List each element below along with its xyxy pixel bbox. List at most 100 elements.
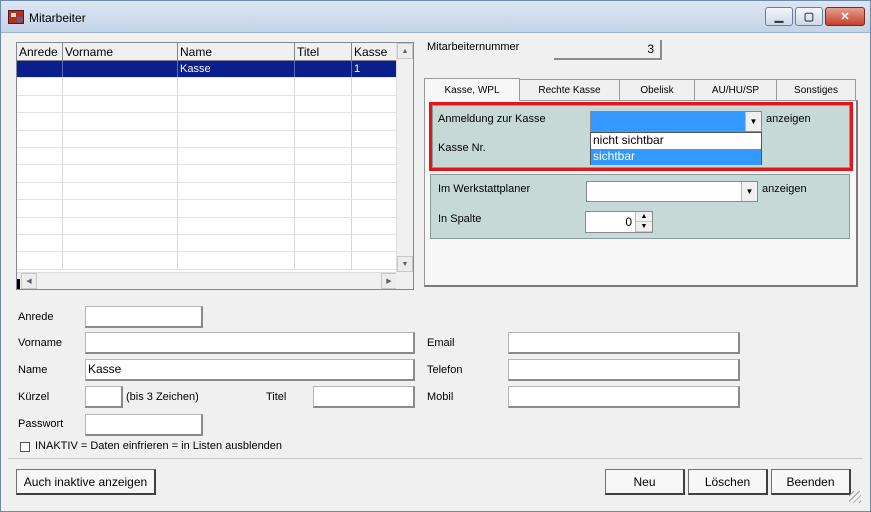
kuerzel-field[interactable] [85, 386, 123, 408]
passwort-field[interactable] [85, 414, 203, 436]
in-spalte-spinner[interactable]: 0 ▲ ▼ [585, 211, 653, 233]
spin-up-icon[interactable]: ▲ [636, 212, 652, 222]
table-cell [63, 78, 178, 95]
table-cell [63, 217, 178, 234]
inaktiv-label: INAKTIV = Daten einfrieren = in Listen a… [35, 440, 283, 452]
grid-vertical-scrollbar[interactable]: ▲ ▼ [396, 43, 413, 272]
table-cell [17, 95, 63, 113]
table-row[interactable] [17, 147, 397, 166]
tab-au-hu-sp[interactable]: AU/HU/SP [694, 79, 777, 100]
table-cell [352, 113, 397, 130]
table-cell [178, 95, 295, 113]
table-cell [178, 200, 295, 217]
name-field[interactable]: Kasse [85, 359, 415, 381]
grid-horizontal-scrollbar[interactable]: ◀ ▶ [17, 272, 397, 289]
minimize-button[interactable]: ▁ [765, 7, 793, 26]
table-cell [17, 113, 63, 130]
table-row[interactable] [17, 252, 397, 270]
resize-grip-icon[interactable] [849, 491, 861, 503]
table-cell [352, 130, 397, 147]
email-label: Email [427, 337, 455, 349]
table-row[interactable] [17, 200, 397, 218]
email-field[interactable] [508, 332, 740, 354]
table-cell [63, 147, 178, 165]
table-cell [178, 78, 295, 95]
dropdown-option-sichtbar[interactable]: sichtbar [591, 149, 761, 165]
table-cell [17, 130, 63, 147]
table-row[interactable] [17, 182, 397, 201]
mitarbeiternummer-field: 3 [554, 40, 662, 60]
scroll-down-icon[interactable]: ▼ [397, 256, 413, 272]
table-cell [178, 147, 295, 165]
table-cell [17, 217, 63, 234]
employee-grid[interactable]: Anrede Vorname Name Titel Kasse Kasse 1 … [16, 42, 414, 290]
werkstattplaner-label: Im Werkstattplaner [438, 183, 531, 195]
show-inactive-button[interactable]: Auch inaktive anzeigen [16, 469, 156, 495]
inaktiv-checkbox[interactable] [20, 442, 30, 452]
column-header-kasse[interactable]: Kasse [352, 43, 397, 61]
mitarbeiternummer-label: Mitarbeiternummer [427, 41, 520, 53]
chevron-down-icon[interactable]: ▼ [741, 182, 757, 201]
grid-corner [396, 272, 413, 289]
neu-button[interactable]: Neu [605, 469, 685, 495]
scroll-left-icon[interactable]: ◀ [21, 273, 37, 289]
table-row[interactable] [17, 113, 397, 131]
table-cell [17, 147, 63, 165]
column-header-vorname[interactable]: Vorname [63, 43, 178, 61]
titel-field[interactable] [313, 386, 415, 408]
dropdown-option-nicht-sichtbar[interactable]: nicht sichtbar [591, 133, 761, 149]
column-header-name[interactable]: Name [178, 43, 295, 61]
table-cell [178, 252, 295, 269]
table-cell [63, 252, 178, 269]
tab-sonstiges[interactable]: Sonstiges [776, 79, 856, 100]
table-row[interactable] [17, 130, 397, 148]
table-row[interactable] [17, 78, 397, 96]
table-cell [178, 182, 295, 200]
telefon-field[interactable] [508, 359, 740, 381]
table-cell [295, 217, 352, 234]
beenden-button[interactable]: Beenden [771, 469, 851, 495]
table-row[interactable] [17, 95, 397, 114]
column-header-anrede[interactable]: Anrede [17, 43, 63, 61]
mobil-field[interactable] [508, 386, 740, 408]
scroll-up-icon[interactable]: ▲ [397, 43, 413, 59]
table-cell [295, 182, 352, 200]
table-cell [63, 113, 178, 130]
scroll-right-icon[interactable]: ▶ [381, 273, 397, 289]
anrede-label: Anrede [18, 311, 54, 323]
table-row[interactable] [17, 234, 397, 253]
title-bar[interactable]: Mitarbeiter ▁ ▢ ✕ [1, 1, 870, 33]
werkstattplaner-combo[interactable]: ▼ [586, 181, 758, 202]
kuerzel-label: Kürzel [18, 391, 50, 403]
cell-kasse: 1 [352, 61, 397, 78]
table-cell [352, 252, 397, 269]
in-spalte-value: 0 [625, 215, 632, 229]
window-title: Mitarbeiter [29, 11, 86, 25]
spinner-buttons[interactable]: ▲ ▼ [635, 212, 652, 232]
table-cell [352, 95, 397, 113]
table-row[interactable]: Kasse 1 [17, 61, 397, 79]
loeschen-button[interactable]: Löschen [688, 469, 768, 495]
table-cell [17, 165, 63, 182]
table-cell [63, 182, 178, 200]
anmeldung-dropdown-list[interactable]: nicht sichtbar sichtbar [590, 132, 762, 165]
table-cell [63, 200, 178, 217]
table-row[interactable] [17, 165, 397, 183]
grid-header: Anrede Vorname Name Titel Kasse [17, 43, 397, 61]
column-header-titel[interactable]: Titel [295, 43, 352, 61]
cell-vorname [63, 61, 178, 78]
table-cell [63, 234, 178, 252]
maximize-button[interactable]: ▢ [795, 7, 823, 26]
vorname-field[interactable] [85, 332, 415, 354]
anrede-field[interactable] [85, 306, 203, 328]
table-row[interactable] [17, 217, 397, 235]
tab-obelisk[interactable]: Obelisk [619, 79, 695, 100]
client-area: Anrede Vorname Name Titel Kasse Kasse 1 … [6, 34, 865, 507]
table-cell [17, 252, 63, 269]
table-cell [63, 95, 178, 113]
table-cell [352, 234, 397, 252]
close-button[interactable]: ✕ [825, 7, 865, 26]
tab-kasse-wpl[interactable]: Kasse, WPL [424, 78, 520, 101]
spin-down-icon[interactable]: ▼ [636, 222, 652, 232]
tab-rechte-kasse[interactable]: Rechte Kasse [519, 79, 620, 100]
